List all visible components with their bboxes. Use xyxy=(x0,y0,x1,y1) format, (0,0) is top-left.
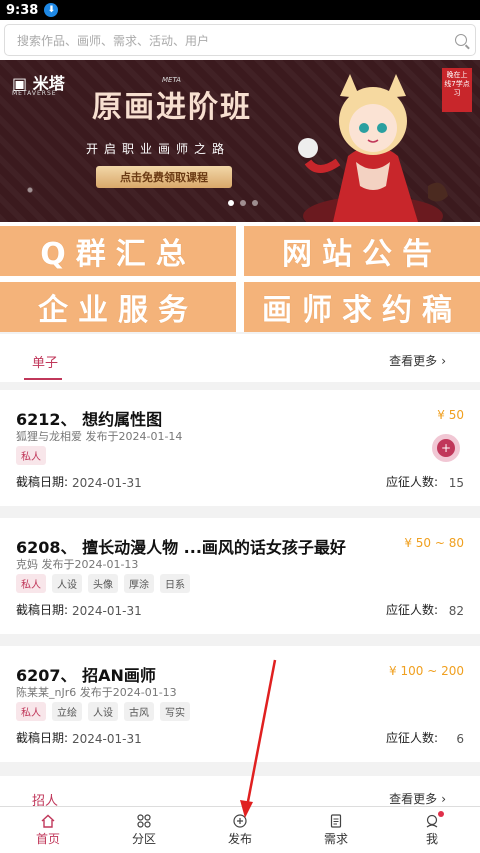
nav-label: 我 xyxy=(425,831,438,846)
pagination-dot xyxy=(252,200,258,206)
tile-commission[interactable]: 画师求约稿 xyxy=(244,282,480,332)
search-bar: 搜索作品、画师、需求、活动、用户 xyxy=(0,20,480,60)
order-meta: 狐狸与龙相爱 发布于2024-01-14 xyxy=(16,430,183,443)
banner-subtitle: 开启职业画师之路 xyxy=(86,142,231,156)
applicants-label: 应征人数: xyxy=(385,603,438,617)
order-card[interactable]: 6208、 擅长动漫人物 ...画风的话女孩子最好 克妈 发布于2024-01-… xyxy=(0,518,480,634)
due-label: 截稿日期: xyxy=(16,475,69,489)
recruit-more-link[interactable]: 查看更多 xyxy=(389,790,446,807)
tag: 人设 xyxy=(88,702,118,721)
nav-requests[interactable]: 需求 xyxy=(288,807,384,853)
pagination-dot xyxy=(240,200,246,206)
plus-circle-icon xyxy=(232,813,248,828)
orders-more-link[interactable]: 查看更多 xyxy=(389,352,446,369)
tag: 立绘 xyxy=(52,702,82,721)
tile-enterprise[interactable]: 企业服务 xyxy=(0,282,236,332)
nav-label: 首页 xyxy=(35,831,60,846)
document-icon xyxy=(328,813,344,828)
applicants-count: 82 xyxy=(448,604,464,618)
order-meta: 陈某某_nJr6 发布于2024-01-13 xyxy=(16,686,177,699)
tag: 古风 xyxy=(124,702,154,721)
grid-icon xyxy=(136,813,152,828)
tag: 日系 xyxy=(160,574,190,593)
search-placeholder: 搜索作品、画师、需求、活动、用户 xyxy=(17,33,210,48)
clock: 9:38 xyxy=(6,2,39,18)
nav-home[interactable]: 首页 xyxy=(0,807,96,853)
anime-character-illustration xyxy=(298,74,448,222)
order-price: ¥ 100 ~ 200 xyxy=(389,664,464,678)
recruit-section-header: 招人 查看更多 xyxy=(0,776,480,809)
applicants-count: 6 xyxy=(456,732,464,746)
order-tags: 私人 立绘 人设 古风 写实 xyxy=(16,702,190,721)
order-meta: 克妈 发布于2024-01-13 xyxy=(16,558,139,571)
order-title: 6212、 想约属性图 xyxy=(16,410,163,429)
applicants-label: 应征人数: xyxy=(385,731,438,745)
floating-add-button[interactable]: + xyxy=(432,434,460,462)
banner-pagination xyxy=(228,200,258,206)
tag: 厚涂 xyxy=(124,574,154,593)
promo-banner[interactable]: ▣ 米塔 METAVERSE META 原画进阶班 开启职业画师之路 点击免费领… xyxy=(0,60,480,222)
banner-logo-sub: METAVERSE xyxy=(12,90,57,97)
nav-categories[interactable]: 分区 xyxy=(96,807,192,853)
firework-decoration xyxy=(10,170,50,210)
order-tags: 私人 xyxy=(16,446,46,465)
banner-title: 原画进阶班 xyxy=(92,90,252,125)
orders-section-header: 单子 查看更多 xyxy=(0,334,480,382)
order-price: ¥ 50 ~ 80 xyxy=(404,536,464,550)
tag: 私人 xyxy=(16,446,46,465)
notification-dot xyxy=(438,811,444,817)
due-date: 2024-01-31 xyxy=(72,604,142,618)
tag: 人设 xyxy=(52,574,82,593)
order-title: 6207、 招AN画师 xyxy=(16,666,156,685)
download-icon: ⬇ xyxy=(44,3,59,17)
bottom-nav: 首页 分区 发布 需求 我 xyxy=(0,806,480,853)
order-card[interactable]: 6207、 招AN画师 陈某某_nJr6 发布于2024-01-13 ¥ 100… xyxy=(0,646,480,762)
status-bar: 9:38 ⬇ xyxy=(0,0,480,20)
nav-publish[interactable]: 发布 xyxy=(192,807,288,853)
nav-label: 需求 xyxy=(323,831,348,846)
applicants-count: 15 xyxy=(448,476,464,490)
nav-label: 分区 xyxy=(131,831,156,846)
order-price: ¥ 50 xyxy=(437,408,464,422)
due-date: 2024-01-31 xyxy=(72,732,142,746)
banner-cta-button[interactable]: 点击免费领取课程 xyxy=(96,166,232,188)
nav-me[interactable]: 我 xyxy=(384,807,480,853)
applicants-label: 应征人数: xyxy=(385,475,438,489)
tag: 头像 xyxy=(88,574,118,593)
tab-orders[interactable]: 单子 xyxy=(32,352,58,371)
order-tags: 私人 人设 头像 厚涂 日系 xyxy=(16,574,190,593)
tag: 私人 xyxy=(16,574,46,593)
search-icon[interactable] xyxy=(455,34,467,46)
due-date: 2024-01-31 xyxy=(72,476,142,490)
quick-tiles: Q群汇总 网站公告 企业服务 画师求约稿 xyxy=(0,222,480,332)
tag: 写实 xyxy=(160,702,190,721)
pagination-dot xyxy=(228,200,234,206)
nav-label: 发布 xyxy=(227,831,252,846)
order-title: 6208、 擅长动漫人物 ...画风的话女孩子最好 xyxy=(16,538,346,557)
home-icon xyxy=(40,814,56,828)
search-input[interactable]: 搜索作品、画师、需求、活动、用户 xyxy=(4,24,476,56)
tile-qq-groups[interactable]: Q群汇总 xyxy=(0,226,236,276)
due-label: 截稿日期: xyxy=(16,731,69,745)
due-label: 截稿日期: xyxy=(16,603,69,617)
tab-underline xyxy=(24,378,62,380)
tag: 私人 xyxy=(16,702,46,721)
order-card[interactable]: 6212、 想约属性图 狐狸与龙相爱 发布于2024-01-14 ¥ 50 私人… xyxy=(0,390,480,506)
tile-announcements[interactable]: 网站公告 xyxy=(244,226,480,276)
